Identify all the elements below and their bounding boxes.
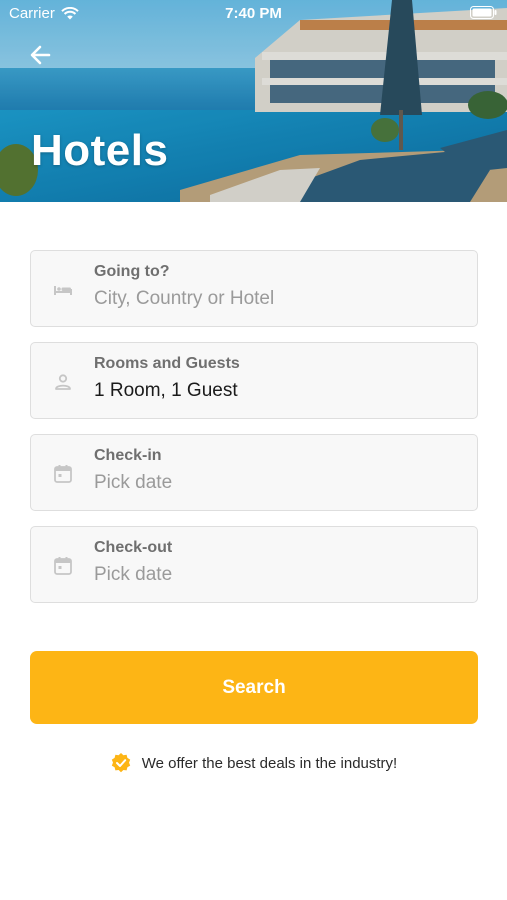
check-out-field[interactable]: Check-out Pick date [30, 526, 478, 603]
back-button[interactable] [22, 37, 58, 73]
check-in-label: Check-in [94, 447, 162, 464]
status-time: 7:40 PM [225, 5, 282, 22]
rooms-guests-label: Rooms and Guests [94, 355, 240, 372]
calendar-icon [54, 465, 72, 483]
arrow-left-icon [30, 45, 51, 65]
status-bar: Carrier 7:40 PM [0, 0, 507, 28]
hero-banner: Carrier 7:40 PM Hotels [0, 0, 507, 202]
battery-icon [470, 6, 497, 23]
bed-icon [54, 286, 72, 295]
hotels-search-screen: Carrier 7:40 PM Hotels Going to? City, C… [0, 0, 507, 900]
check-out-label: Check-out [94, 539, 173, 556]
best-deals-note: We offer the best deals in the industry! [0, 752, 507, 774]
calendar-icon [54, 557, 72, 575]
destination-label: Going to? [94, 263, 170, 280]
best-deals-text: We offer the best deals in the industry! [141, 754, 398, 772]
hotel-search-form: Going to? City, Country or Hotel Rooms a… [30, 250, 478, 618]
search-button[interactable]: Search [30, 651, 478, 724]
check-in-field[interactable]: Check-in Pick date [30, 434, 478, 511]
rooms-guests-value[interactable]: 1 Room, 1 Guest [94, 380, 238, 402]
verified-badge-icon [111, 753, 130, 773]
person-icon [55, 374, 71, 390]
rooms-guests-field[interactable]: Rooms and Guests 1 Room, 1 Guest [30, 342, 478, 419]
check-in-date[interactable]: Pick date [94, 472, 172, 494]
destination-input[interactable]: City, Country or Hotel [94, 288, 274, 310]
check-out-date[interactable]: Pick date [94, 564, 172, 586]
page-title: Hotels [31, 126, 169, 175]
destination-field[interactable]: Going to? City, Country or Hotel [30, 250, 478, 327]
